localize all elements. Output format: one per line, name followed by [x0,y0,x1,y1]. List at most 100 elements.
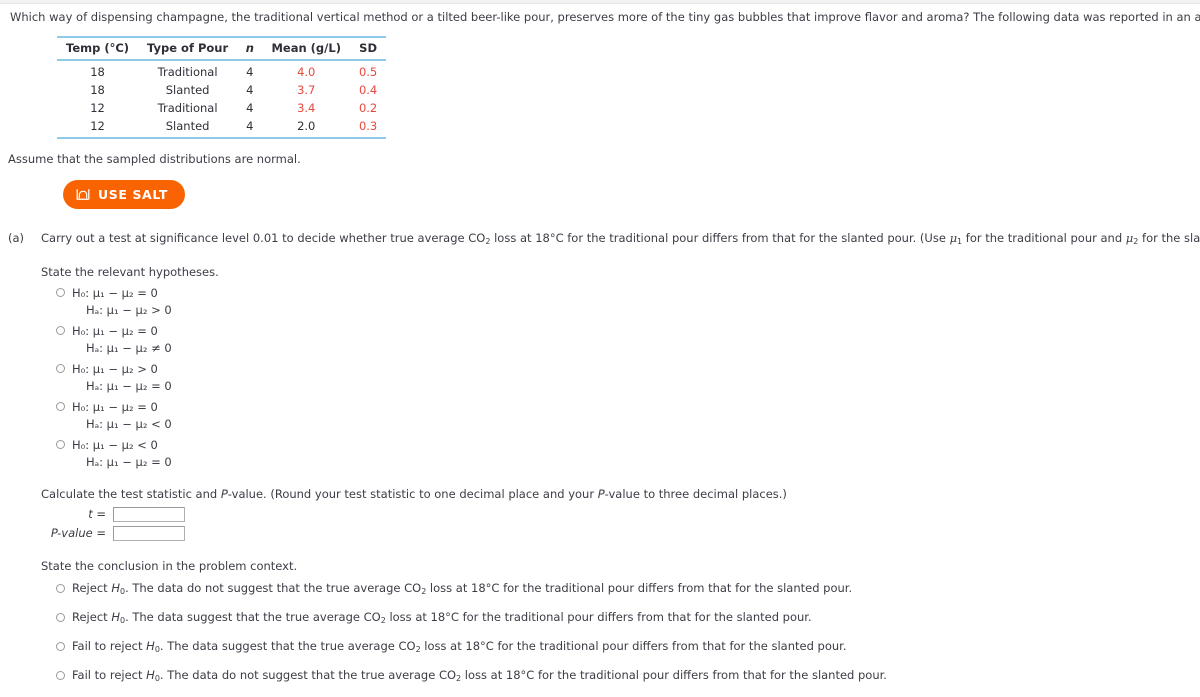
conclusion-h0-2: H [111,610,120,624]
hypotheses-radio-group: H₀: μ₁ − μ₂ = 0 Hₐ: μ₁ − μ₂ > 0 H₀: μ₁ −… [41,285,1200,471]
t-input-row: t = [41,507,1200,522]
table-row: 18 Slanted 4 3.7 0.4 [57,81,386,99]
table-head: Temp (°C) Type of Pour n Mean (g/L) SD [57,36,387,61]
radio-button-icon[interactable] [56,440,65,449]
cell-mean: 4.0 [297,65,316,79]
distribution-curve-icon [76,188,90,201]
part-a-question: Carry out a test at significance level 0… [41,231,1200,249]
conclusion-heading: State the conclusion in the problem cont… [41,559,298,573]
conclusion-option-2[interactable]: Reject H0. The data suggest that the tru… [41,610,1200,628]
conclusion-decision-1: Reject [72,581,112,595]
t-equals: = [92,507,106,521]
hypothesis-option-2[interactable]: H₀: μ₁ − μ₂ = 0 Hₐ: μ₁ − μ₂ ≠ 0 [41,323,1200,357]
hypothesis-null-3: H₀: μ₁ − μ₂ > 0 [72,362,158,376]
conclusion-radio-group: Reject H0. The data do not suggest that … [41,581,1200,686]
conclusion-option-3[interactable]: Fail to reject H0. The data suggest that… [41,639,1200,657]
cell-sd: 0.5 [358,65,378,79]
cell-temp: 12 [90,101,105,115]
calc-p-italic-2: P [597,487,605,501]
salt-button-row: USE SALT [63,180,1200,209]
assume-note: Assume that the sampled distributions ar… [8,152,301,166]
radio-button-icon[interactable] [56,613,65,622]
use-salt-label: USE SALT [98,187,168,202]
conclusion-h0-1: H [111,581,120,595]
conclusion-decision-2: Reject [72,610,112,624]
use-salt-button[interactable]: USE SALT [63,180,185,209]
part-a-body: Carry out a test at significance level 0… [41,231,1200,686]
hypothesis-option-3[interactable]: H₀: μ₁ − μ₂ > 0 Hₐ: μ₁ − μ₂ = 0 [41,361,1200,395]
conclusion-option-4[interactable]: Fail to reject H0. The data do not sugge… [41,668,1200,686]
conclusion-body1-4: . The data do not suggest that the true … [159,668,457,682]
column-header-sd: SD [349,36,387,61]
hypothesis-text-2: H₀: μ₁ − μ₂ = 0 Hₐ: μ₁ − μ₂ ≠ 0 [72,323,172,357]
cell-mean: 3.4 [297,101,316,115]
hypothesis-text-1: H₀: μ₁ − μ₂ = 0 Hₐ: μ₁ − μ₂ > 0 [72,285,172,319]
cell-mean: 3.7 [297,83,316,97]
radio-button-icon[interactable] [56,671,65,680]
conclusion-body2-4: loss at 18°C for the traditional pour di… [461,668,887,682]
hypothesis-option-1[interactable]: H₀: μ₁ − μ₂ = 0 Hₐ: μ₁ − μ₂ > 0 [41,285,1200,319]
hypothesis-option-4[interactable]: H₀: μ₁ − μ₂ = 0 Hₐ: μ₁ − μ₂ < 0 [41,399,1200,433]
hypotheses-block: State the relevant hypotheses. H₀: μ₁ − … [41,265,1200,471]
data-table-container: Temp (°C) Type of Pour n Mean (g/L) SD 1… [57,36,1200,139]
t-statistic-input[interactable] [113,507,185,522]
hypothesis-null-2: H₀: μ₁ − μ₂ = 0 [72,324,158,338]
p-value-symbol: P-value [50,526,93,540]
question-prefix: Carry out a test at significance level 0… [41,231,486,245]
column-header-type-of-pour: Type of Pour [138,36,238,61]
hypothesis-text-4: H₀: μ₁ − μ₂ = 0 Hₐ: μ₁ − μ₂ < 0 [72,399,172,433]
table-row: 12 Traditional 4 3.4 0.2 [57,99,386,117]
question-suffix: for the slanted pour.) [1142,231,1200,245]
table-row: 12 Slanted 4 2.0 0.3 [57,117,387,139]
cell-temp: 12 [57,117,139,139]
conclusion-h0-3: H [146,639,155,653]
question-mid: loss at 18°C for the traditional pour di… [490,231,950,245]
cell-pour: Slanted [165,83,210,97]
table-header-row: Temp (°C) Type of Pour n Mean (g/L) SD [57,36,387,61]
conclusion-h0-4: H [146,668,155,682]
conclusion-decision-3: Fail to reject [72,639,147,653]
hypothesis-null-5: H₀: μ₁ − μ₂ < 0 [72,438,158,452]
column-header-mean: Mean (g/L) [262,36,350,61]
calculate-instruction: Calculate the test statistic and P-value… [41,487,1200,502]
hypothesis-alt-3: Hₐ: μ₁ − μ₂ = 0 [86,379,172,393]
conclusion-text-3: Fail to reject H0. The data suggest that… [72,639,846,657]
conclusion-text-1: Reject H0. The data do not suggest that … [72,581,852,599]
cell-pour: Traditional [157,65,218,79]
hypothesis-alt-4: Hₐ: μ₁ − μ₂ < 0 [86,417,172,431]
top-window-strip [0,0,1200,4]
answer-input-rows: t = P-value = [41,507,1200,541]
champagne-data-table: Temp (°C) Type of Pour n Mean (g/L) SD 1… [57,36,387,139]
radio-button-icon[interactable] [56,364,65,373]
cell-mean: 2.0 [262,117,350,139]
cell-sd: 0.3 [349,117,387,139]
cell-sd: 0.4 [358,83,378,97]
hypothesis-alt-2: Hₐ: μ₁ − μ₂ ≠ 0 [86,341,172,355]
conclusion-body2-1: loss at 18°C for the traditional pour di… [426,581,853,595]
cell-temp: 18 [90,83,105,97]
calc-text-2: -value. (Round your test statistic to on… [227,487,598,501]
cell-temp: 18 [90,65,105,79]
conclusion-option-1[interactable]: Reject H0. The data do not suggest that … [41,581,1200,599]
p-value-input-label: P-value = [41,526,113,541]
question-page: Which way of dispensing champagne, the t… [0,5,1200,697]
cell-sd: 0.2 [358,101,378,115]
part-a: (a) Carry out a test at significance lev… [0,231,1200,686]
hypothesis-option-5[interactable]: H₀: μ₁ − μ₂ < 0 Hₐ: μ₁ − μ₂ = 0 [41,437,1200,471]
question-mu1: μ [949,231,958,245]
t-input-label: t = [41,507,113,522]
p-value-input[interactable] [113,526,185,541]
conclusion-body1-2: . The data suggest that the true average… [125,610,381,624]
radio-button-icon[interactable] [56,642,65,651]
radio-button-icon[interactable] [56,326,65,335]
cell-n: 4 [237,117,263,139]
hypothesis-text-5: H₀: μ₁ − μ₂ < 0 Hₐ: μ₁ − μ₂ = 0 [72,437,172,471]
calc-text-3: -value to three decimal places.) [604,487,787,501]
question-mid2: for the traditional pour and [962,231,1126,245]
calc-text-1: Calculate the test statistic and [41,487,221,501]
column-header-n: n [237,36,263,61]
radio-button-icon[interactable] [56,288,65,297]
radio-button-icon[interactable] [56,402,65,411]
cell-pour: Slanted [138,117,238,139]
radio-button-icon[interactable] [56,584,65,593]
